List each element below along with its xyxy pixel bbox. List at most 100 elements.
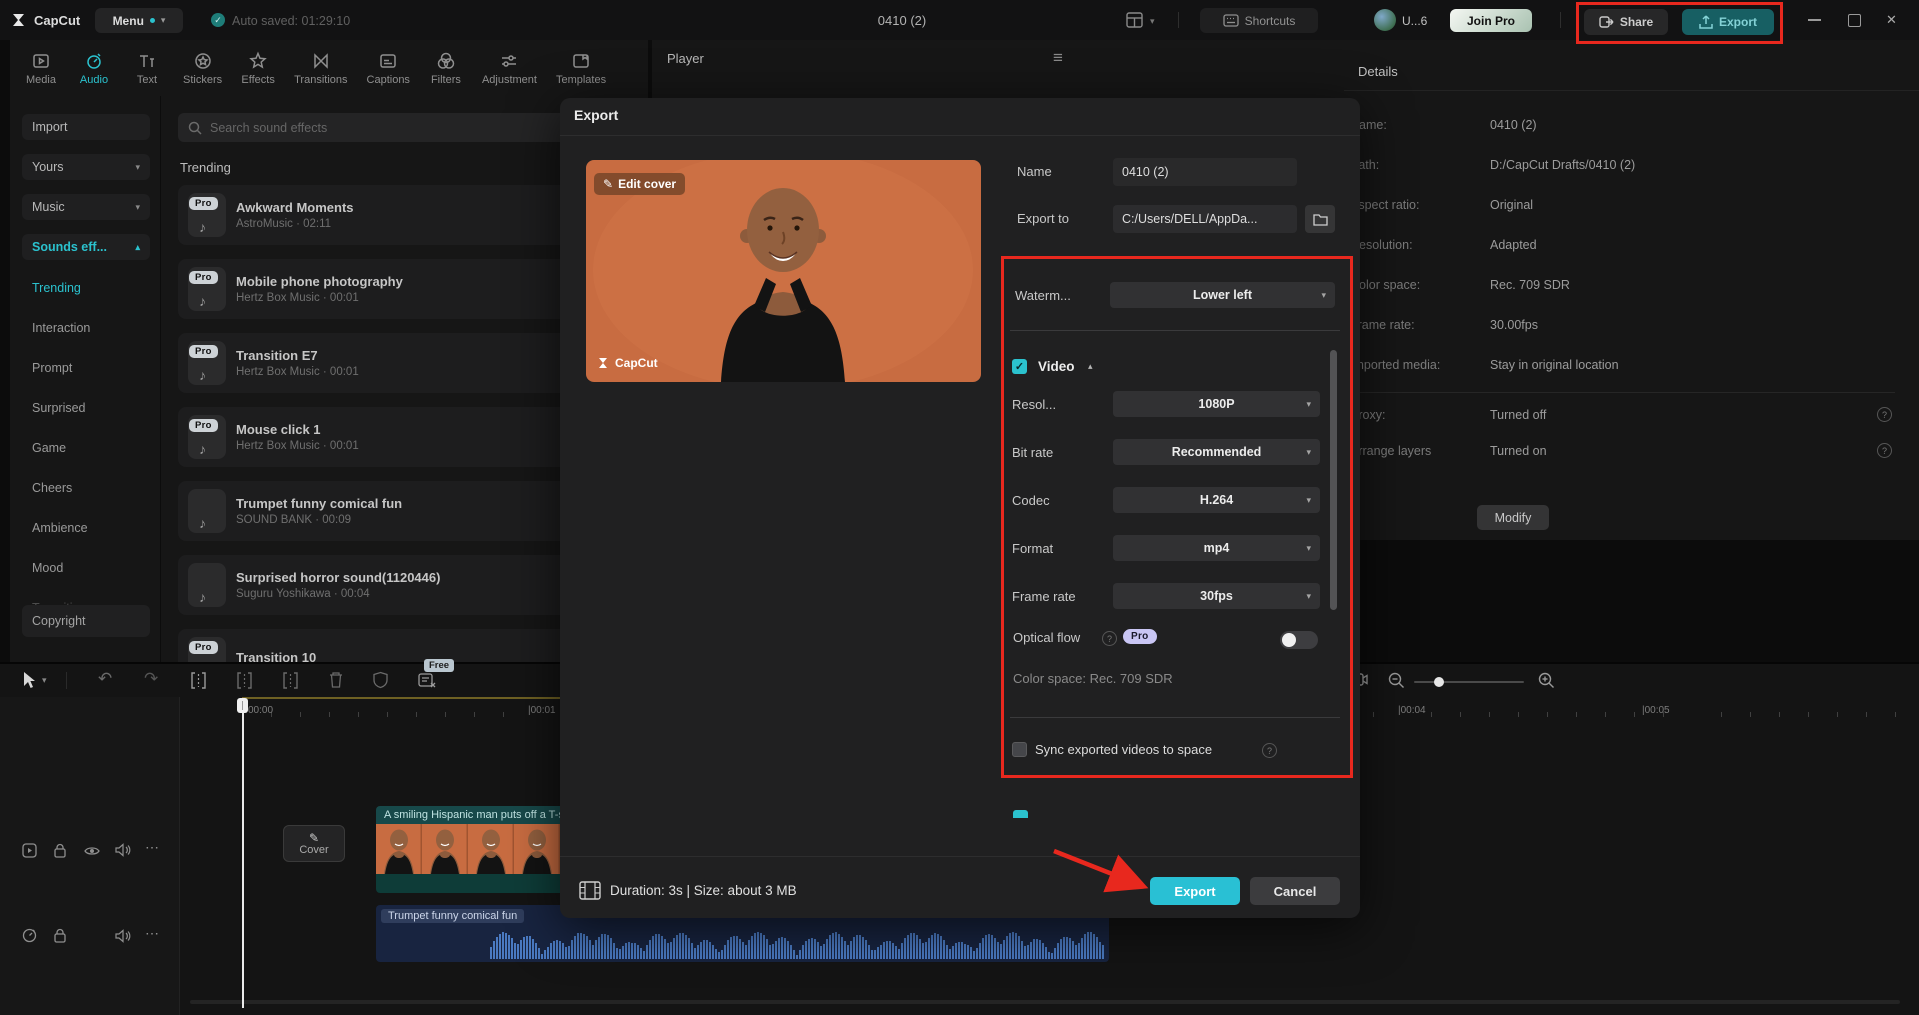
sound-category-item[interactable]: Cheers — [10, 468, 160, 508]
maximize-button[interactable] — [1848, 14, 1861, 27]
sound-thumbnail: ♪ Pro — [188, 637, 226, 662]
timeline-zoom-slider-handle[interactable] — [1434, 677, 1444, 687]
tab-captions[interactable]: Captions — [367, 51, 410, 86]
edit-cover-button[interactable]: ✎ Edit cover — [594, 173, 686, 195]
sound-category-item[interactable]: Surprised — [10, 388, 160, 428]
sidebar-group-yours[interactable]: Yours ▾ — [22, 154, 150, 180]
player-menu-icon[interactable]: ≡ — [1053, 48, 1063, 68]
delete-icon[interactable] — [328, 671, 344, 689]
mute-track-icon[interactable] — [115, 929, 131, 943]
split-left-icon[interactable] — [236, 672, 253, 689]
tab-adjustment[interactable]: Adjustment — [482, 51, 537, 86]
hide-track-eye-icon[interactable] — [84, 845, 100, 857]
sound-category-item[interactable]: Interaction — [10, 308, 160, 348]
timeline-zoom-slider[interactable] — [1414, 681, 1524, 683]
audio-track-icon — [22, 928, 37, 943]
export-path-input[interactable]: C:/Users/DELL/AppDa... — [1113, 205, 1297, 233]
browse-folder-button[interactable] — [1305, 205, 1335, 233]
cancel-button[interactable]: Cancel — [1250, 877, 1340, 905]
watermark-text: CapCut — [615, 356, 658, 370]
export-icon — [1699, 14, 1713, 29]
tab-effects[interactable]: Effects — [241, 51, 275, 86]
lock-icon[interactable] — [53, 843, 67, 858]
sidebar-import-button[interactable]: Import — [22, 114, 150, 140]
zoom-out-icon[interactable] — [1388, 672, 1405, 689]
modify-label: Modify — [1494, 510, 1532, 525]
shortcuts-button[interactable]: Shortcuts — [1200, 8, 1318, 33]
split-right-icon[interactable] — [282, 672, 299, 689]
sound-title: Transition E7 — [236, 348, 318, 363]
more-options-icon[interactable]: ⋯ — [145, 839, 159, 856]
setting-dropdown[interactable]: Recommended ▾ — [1113, 439, 1320, 465]
minimize-button[interactable] — [1808, 19, 1821, 21]
divider — [1350, 392, 1895, 393]
name-input[interactable]: 0410 (2) — [1113, 158, 1297, 186]
player-title: Player — [667, 51, 704, 66]
tab-templates[interactable]: Templates — [556, 51, 606, 86]
chevron-down-icon[interactable]: ▾ — [42, 675, 47, 686]
copyright-button[interactable]: Copyright — [22, 605, 150, 637]
share-button[interactable]: Share — [1584, 9, 1668, 35]
tab-audio[interactable]: Audio — [77, 51, 111, 86]
sound-category-item[interactable]: Ambience — [10, 508, 160, 548]
avatar[interactable] — [1374, 9, 1396, 31]
modify-button[interactable]: Modify — [1477, 505, 1549, 530]
watermark-dropdown[interactable]: Lower left ▾ — [1110, 282, 1335, 308]
zoom-in-icon[interactable] — [1538, 672, 1555, 689]
details-row-value: Turned off — [1490, 408, 1547, 422]
timeline-horizontal-scrollbar[interactable] — [190, 1000, 1900, 1004]
info-icon[interactable]: ? — [1877, 407, 1892, 422]
join-pro-button[interactable]: Join Pro — [1450, 9, 1532, 32]
setting-dropdown[interactable]: 1080P ▾ — [1113, 391, 1320, 417]
setting-label: Codec — [1012, 493, 1050, 508]
sound-meta: Hertz Box Music · 00:01 — [236, 292, 359, 304]
setting-label: Format — [1012, 541, 1054, 556]
tab-filters[interactable]: Filters — [429, 51, 463, 86]
tab-media[interactable]: Media — [24, 51, 58, 86]
split-icon[interactable] — [190, 672, 207, 689]
export-button-top[interactable]: Export — [1682, 9, 1774, 35]
more-options-icon[interactable]: ⋯ — [145, 925, 159, 942]
optical-flow-toggle[interactable] — [1280, 631, 1318, 649]
info-icon[interactable]: ? — [1262, 743, 1277, 758]
select-tool-icon[interactable] — [22, 671, 38, 689]
redo-icon[interactable]: ↷ — [144, 669, 158, 689]
setting-dropdown[interactable]: mp4 ▾ — [1113, 535, 1320, 561]
sidebar-group-sound-effects[interactable]: Sounds eff... ▴ — [22, 234, 150, 260]
playhead-handle[interactable] — [237, 698, 248, 713]
mute-track-icon[interactable] — [115, 843, 131, 857]
sync-checkbox[interactable] — [1012, 742, 1027, 757]
menu-button[interactable]: Menu ▾ — [95, 8, 183, 33]
sound-category-item[interactable]: Trending — [10, 268, 160, 308]
cover-button[interactable]: ✎ Cover — [283, 825, 345, 862]
sound-category-item[interactable]: Game — [10, 428, 160, 468]
sound-category-item[interactable]: Prompt — [10, 348, 160, 388]
tab-transitions[interactable]: Transitions — [294, 51, 348, 86]
check-icon: ✓ — [1014, 361, 1025, 373]
info-icon[interactable]: ? — [1877, 443, 1892, 458]
info-icon[interactable]: ? — [1102, 631, 1117, 646]
tab-text[interactable]: Text — [130, 51, 164, 86]
setting-dropdown[interactable]: H.264 ▾ — [1113, 487, 1320, 513]
details-row-label: Arrange layers — [1350, 444, 1432, 458]
sound-category-item[interactable]: Mood — [10, 548, 160, 588]
mask-shield-icon[interactable] — [372, 671, 389, 689]
film-icon — [579, 881, 601, 900]
sidebar-group-music[interactable]: Music ▾ — [22, 194, 150, 220]
export-confirm-button[interactable]: Export — [1150, 877, 1240, 905]
dialog-scrollbar[interactable] — [1330, 350, 1337, 610]
sound-thumbnail: ♪ Pro — [188, 193, 226, 237]
remove-background-icon[interactable] — [418, 672, 437, 689]
details-row: Arrange layers Turned on? — [1350, 434, 1910, 470]
chevron-down-icon[interactable]: ▾ — [1150, 16, 1155, 27]
lock-icon[interactable] — [53, 928, 67, 943]
playhead-line[interactable] — [242, 700, 244, 1008]
tab-label: Media — [26, 73, 56, 86]
undo-icon[interactable]: ↶ — [98, 669, 112, 689]
chevron-up-icon[interactable]: ▴ — [1088, 361, 1093, 372]
close-button[interactable]: ✕ — [1886, 12, 1897, 28]
layout-switch-icon[interactable] — [1126, 12, 1143, 28]
video-checkbox[interactable]: ✓ — [1012, 359, 1027, 374]
tab-stickers[interactable]: Stickers — [183, 51, 222, 86]
setting-dropdown[interactable]: 30fps ▾ — [1113, 583, 1320, 609]
